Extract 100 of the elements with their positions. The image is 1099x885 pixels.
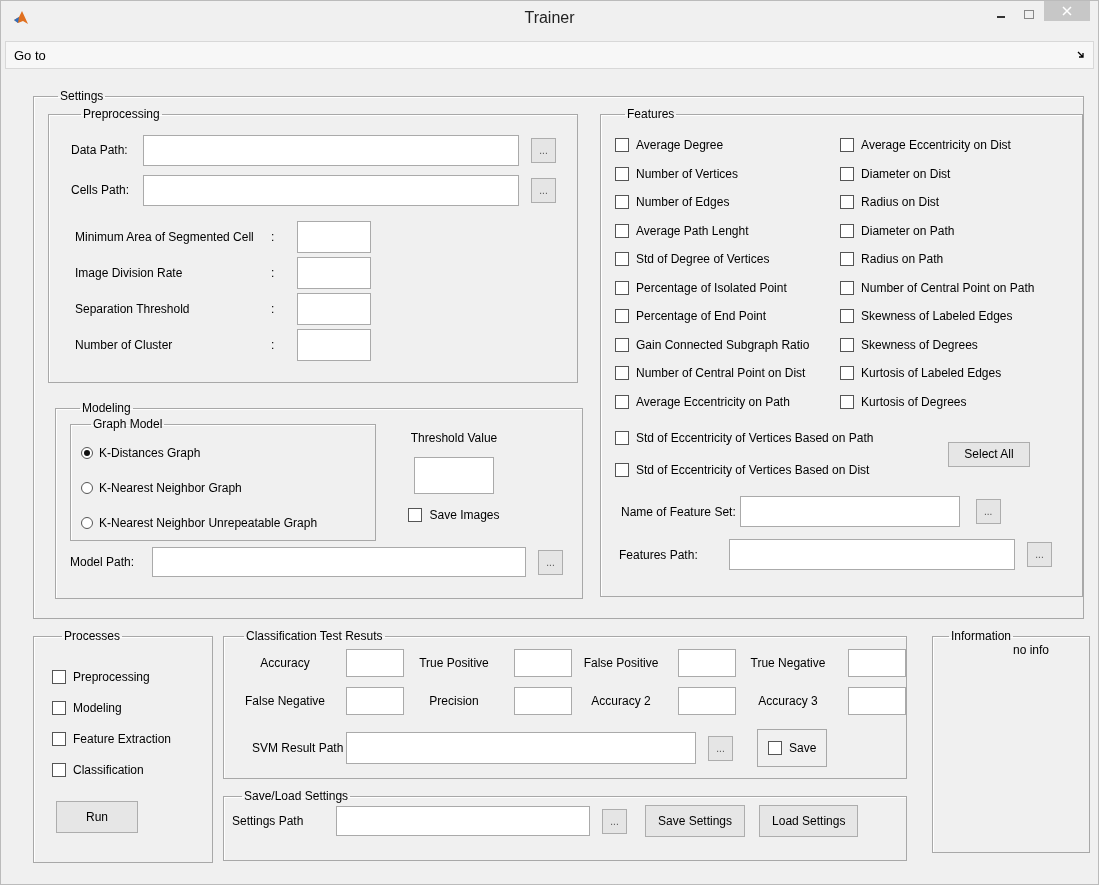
path-field[interactable] (143, 174, 519, 206)
threshold-field[interactable] (414, 457, 494, 494)
path-field[interactable] (346, 732, 696, 764)
checkbox-label[interactable]: Save (789, 741, 817, 755)
threshold-label: Threshold Value (410, 431, 498, 445)
checkbox[interactable] (615, 463, 629, 477)
checkbox[interactable] (52, 669, 66, 684)
checkbox-label[interactable]: Radius on Path (861, 252, 944, 267)
radio-button[interactable] (81, 446, 93, 459)
browse-button[interactable]: ... (602, 808, 627, 834)
app-icon (13, 10, 29, 26)
checkbox-label[interactable]: Save Images (429, 508, 500, 522)
checkbox[interactable] (840, 138, 855, 153)
checkbox-label[interactable]: Std of Eccentricity of Vertices Based on Dist (636, 463, 870, 477)
checkbox[interactable] (615, 252, 629, 267)
browse-button[interactable]: ... (975, 499, 1001, 524)
checkbox-label[interactable]: Std of Degree of Vertices (636, 252, 770, 267)
checkbox-label[interactable]: Average Eccentricity on Path (636, 394, 790, 409)
checkbox[interactable] (840, 309, 855, 324)
checkbox-label[interactable]: Feature Extraction (73, 731, 172, 746)
metric-field[interactable] (514, 687, 572, 715)
browse-button[interactable]: ... (708, 735, 733, 761)
settings-button[interactable]: Load Settings (759, 805, 859, 837)
checkbox-label[interactable]: Radius on Dist (861, 195, 940, 210)
browse-button[interactable]: ... (531, 137, 556, 163)
checkbox-label[interactable]: Average Eccentricity on Dist (861, 138, 1011, 153)
input-field[interactable] (297, 257, 371, 289)
checkbox-label[interactable]: Percentage of End Point (636, 309, 767, 324)
select-all-button[interactable]: Select All (948, 441, 1030, 467)
metric-field[interactable] (346, 649, 404, 677)
checkbox-label[interactable]: Kurtosis of Labeled Edges (861, 366, 1002, 381)
metric-field[interactable] (678, 687, 736, 715)
checkbox-label[interactable]: Number of Vertices (636, 166, 739, 181)
checkbox[interactable] (615, 309, 629, 324)
path-field[interactable] (336, 806, 590, 836)
radio-label[interactable]: K-Nearest Neighbor Unrepeatable Graph (99, 515, 318, 530)
checkbox[interactable] (840, 280, 855, 295)
metric-field[interactable] (848, 687, 906, 715)
checkbox[interactable] (768, 741, 782, 755)
checkbox-label[interactable]: Average Path Lenght (636, 223, 749, 238)
checkbox[interactable] (840, 252, 855, 267)
checkbox[interactable] (840, 223, 855, 238)
input-field[interactable] (297, 329, 371, 361)
checkbox[interactable] (615, 223, 629, 238)
browse-button[interactable]: ... (531, 177, 556, 203)
settings-button[interactable]: Save Settings (645, 805, 746, 837)
checkbox[interactable] (840, 366, 855, 381)
input-field[interactable] (739, 496, 960, 527)
browse-button[interactable]: ... (1027, 542, 1052, 567)
radio-label[interactable]: K-Nearest Neighbor Graph (99, 480, 242, 495)
radio-label[interactable]: K-Distances Graph (99, 445, 201, 460)
checkbox[interactable] (615, 431, 629, 445)
checkbox[interactable] (615, 195, 629, 210)
menu-item[interactable]: Go to (14, 47, 46, 63)
checkbox[interactable] (840, 166, 855, 181)
checkbox[interactable] (840, 195, 855, 210)
metric-field[interactable] (346, 687, 404, 715)
radio-button[interactable] (81, 516, 93, 529)
metric-field[interactable] (514, 649, 572, 677)
checkbox[interactable] (52, 731, 66, 746)
checkbox[interactable] (615, 166, 629, 181)
checkbox-label[interactable]: Std of Eccentricity of Vertices Based on Path (636, 431, 874, 445)
input-field[interactable] (297, 293, 371, 325)
checkbox[interactable] (408, 508, 423, 522)
checkbox[interactable] (615, 138, 629, 153)
metric-field[interactable] (678, 649, 736, 677)
checkbox-label[interactable]: Skewness of Degrees (861, 337, 978, 352)
browse-button[interactable]: ... (538, 549, 563, 575)
arrow-icon[interactable] (1077, 51, 1085, 59)
checkbox-label[interactable]: Classification (73, 762, 144, 777)
checkbox-label[interactable]: Average Degree (636, 138, 724, 153)
checkbox-label[interactable]: Number of Central Point on Dist (636, 366, 806, 381)
checkbox[interactable] (615, 337, 629, 352)
metric-label: True Positive (418, 656, 490, 670)
checkbox-label[interactable]: Skewness of Labeled Edges (861, 309, 1013, 324)
checkbox-label[interactable]: Modeling (73, 700, 122, 715)
path-field[interactable] (729, 539, 1015, 570)
checkbox-label[interactable]: Preprocessing (73, 669, 150, 684)
checkbox-label[interactable]: Percentage of Isolated Point (636, 280, 787, 295)
input-field[interactable] (297, 221, 371, 253)
run-button[interactable]: Run (56, 801, 138, 833)
path-field[interactable] (143, 134, 519, 166)
checkbox[interactable] (840, 337, 855, 352)
checkbox-label[interactable]: Diameter on Dist (861, 166, 951, 181)
checkbox-label[interactable]: Gain Connected Subgraph Ratio (636, 337, 810, 352)
checkbox[interactable] (52, 700, 66, 715)
metric-label: Precision (428, 694, 480, 708)
checkbox-label[interactable]: Kurtosis of Degrees (861, 394, 967, 409)
checkbox[interactable] (615, 366, 629, 381)
radio-button[interactable] (81, 481, 93, 494)
checkbox[interactable] (615, 280, 629, 295)
checkbox[interactable] (52, 762, 66, 777)
colon: : (271, 230, 276, 244)
model-path-field[interactable] (152, 547, 526, 577)
checkbox-label[interactable]: Diameter on Path (861, 223, 955, 238)
checkbox[interactable] (615, 394, 629, 409)
metric-field[interactable] (848, 649, 906, 677)
checkbox-label[interactable]: Number of Edges (636, 195, 730, 210)
checkbox[interactable] (840, 394, 855, 409)
checkbox-label[interactable]: Number of Central Point on Path (861, 280, 1035, 295)
